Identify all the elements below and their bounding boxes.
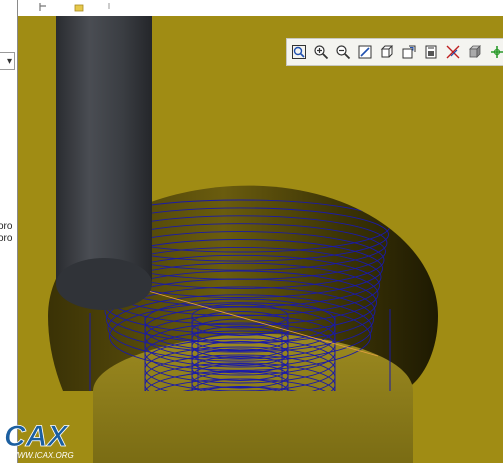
machining-scene: [48, 16, 438, 463]
title-strip: [0, 0, 503, 16]
zoom-in-button[interactable]: [311, 42, 331, 62]
shade-button[interactable]: [465, 42, 485, 62]
side-panel: ▾ oro oro: [0, 0, 18, 463]
zoom-window-button[interactable]: [289, 42, 309, 62]
graphics-viewport[interactable]: [18, 16, 503, 463]
spin-center-icon: [491, 46, 503, 58]
refit-button[interactable]: [355, 42, 375, 62]
folder-icon[interactable]: [74, 2, 84, 12]
zoom-out-button[interactable]: [333, 42, 353, 62]
cutting-tool: [56, 16, 152, 284]
panel-text-line: oro: [0, 221, 13, 232]
view-toolbar: [286, 38, 503, 66]
refit-icon: [358, 45, 372, 59]
orient-icon: [380, 45, 394, 58]
saved-views-button[interactable]: [399, 42, 419, 62]
chevron-down-icon: ▾: [6, 56, 12, 67]
display-axes-icon: [446, 45, 460, 59]
zoom-out-icon: [336, 45, 351, 60]
orient-button[interactable]: [377, 42, 397, 62]
toggle-icon[interactable]: [38, 2, 48, 12]
saved-views-icon: [402, 45, 416, 59]
cax-logo: CAX WWW.ICAX.ORG: [4, 420, 74, 460]
spin-center-button[interactable]: [487, 42, 503, 62]
layers-icon: [425, 45, 437, 59]
panel-text-line: oro: [0, 233, 13, 244]
tool-tip: [56, 258, 152, 310]
shade-icon: [469, 45, 481, 58]
logo-subtext: WWW.ICAX.ORG: [10, 451, 74, 460]
panel-dropdown[interactable]: ▾: [0, 52, 15, 70]
layers-button[interactable]: [421, 42, 441, 62]
separator-icon: [108, 3, 110, 9]
zoom-in-icon: [314, 45, 329, 60]
logo-text: CAX: [4, 420, 69, 453]
zoom-window-icon: [292, 45, 306, 59]
display-axes-button[interactable]: [443, 42, 463, 62]
